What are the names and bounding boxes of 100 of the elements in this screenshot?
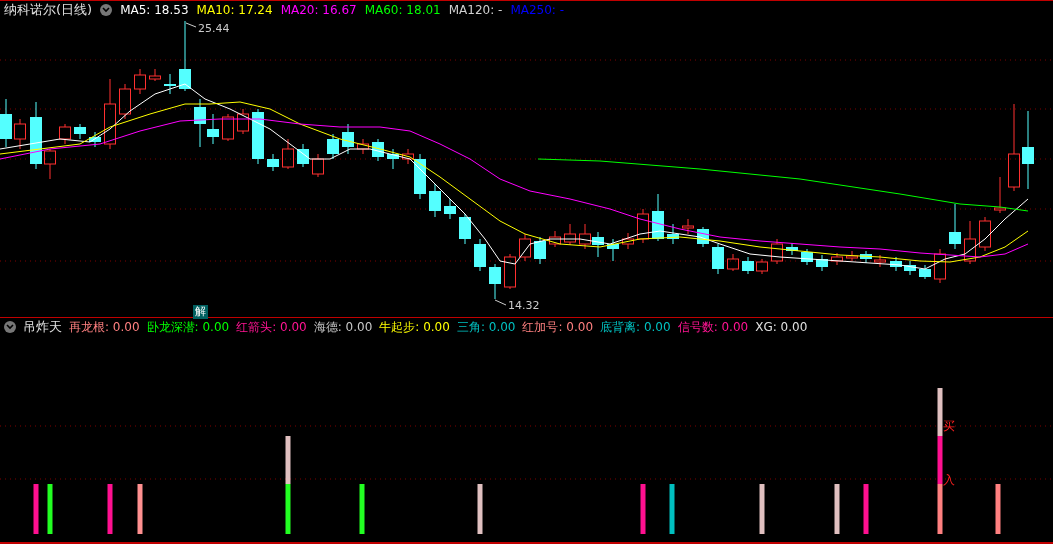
- leader-line: [494, 299, 507, 306]
- candlestick: [919, 264, 931, 280]
- candlestick: [429, 183, 441, 218]
- signal-bar: [33, 484, 39, 534]
- signal-badge: 解: [193, 305, 208, 319]
- candlestick: [742, 256, 754, 275]
- candlestick: [312, 153, 324, 178]
- entry-signal-label: 入: [943, 473, 955, 487]
- candlestick: [74, 123, 86, 140]
- indicator-value: 卧龙深潜: 0.00: [146, 318, 230, 336]
- signal-bar: [640, 484, 646, 534]
- moving-average-value: MA250: -: [510, 3, 565, 17]
- signal-bar: [359, 484, 365, 534]
- candlestick: [164, 73, 176, 95]
- candlestick: [89, 131, 101, 148]
- candlestick: [534, 236, 546, 265]
- candlestick: [119, 83, 131, 120]
- signal-bar: [477, 484, 483, 534]
- candlestick: [267, 153, 279, 172]
- signal-bar: [863, 484, 869, 534]
- high-price-label: 25.44: [198, 22, 230, 35]
- indicator-value: 再龙根: 0.00: [69, 318, 140, 336]
- candlestick: [30, 101, 42, 170]
- indicator-value: 牛起步: 0.00: [379, 318, 450, 336]
- candlestick: [549, 230, 561, 248]
- candlestick: [592, 231, 604, 258]
- indicator-value: 信号数: 0.00: [677, 318, 749, 336]
- signal-bar: [107, 484, 113, 534]
- candlestick: [179, 20, 191, 92]
- candlestick: [459, 213, 471, 245]
- candlestick: [237, 108, 249, 135]
- candlestick: [327, 133, 339, 160]
- candlestick: [104, 78, 116, 150]
- signal-bar: [759, 484, 765, 534]
- candlestick: [771, 238, 783, 265]
- candlestick: [860, 250, 872, 264]
- candlestick: [519, 233, 531, 262]
- candlestick: [934, 248, 946, 284]
- indicator-value: 红箭头: 0.00: [236, 318, 307, 336]
- candlestick: [387, 148, 399, 170]
- candlestick: [357, 138, 369, 155]
- low-price-label: 14.32: [508, 299, 540, 312]
- candlestick: [489, 263, 501, 300]
- moving-average-value: MA10: 17.24: [196, 3, 273, 17]
- indicator-value: 底背离: 0.00: [600, 318, 671, 336]
- chart-title: 纳科诺尔(日线): [4, 1, 93, 19]
- candlestick: [949, 203, 961, 250]
- candlestick: [564, 223, 576, 246]
- candlestick: [134, 68, 146, 95]
- signal-bar: [47, 484, 53, 534]
- candlestick: [637, 208, 649, 244]
- candlestick: [816, 254, 828, 272]
- candlestick: [44, 148, 56, 180]
- candlestick: [786, 242, 798, 256]
- buy-signal-label: 买: [943, 419, 955, 433]
- indicator-value: XG: 0.00: [755, 320, 808, 334]
- candlestick: [59, 123, 71, 145]
- candlestick: [14, 118, 26, 150]
- candlestick: [874, 254, 886, 268]
- candlestick: [727, 253, 739, 272]
- candlestick: [831, 252, 843, 266]
- candlestick: [372, 138, 384, 162]
- candlestick: [964, 220, 976, 265]
- candlestick: [607, 238, 619, 262]
- candlestick: [994, 176, 1006, 214]
- candlestick: [622, 232, 634, 250]
- signal-bar: [669, 484, 675, 534]
- dropdown-icon[interactable]: [4, 321, 16, 333]
- candlestick: [979, 216, 991, 252]
- candlestick: [342, 123, 354, 155]
- candlestick: [444, 198, 456, 220]
- signal-bar: [137, 484, 143, 534]
- signal-bar: [834, 484, 840, 534]
- leader-line: [185, 22, 197, 28]
- candlestick: [904, 260, 916, 276]
- indicator-value: 红加号: 0.00: [522, 318, 594, 336]
- indicator-value: 海德: 0.00: [313, 318, 373, 336]
- candlestick: [297, 143, 309, 168]
- candlestick: [652, 193, 664, 242]
- candlestick: [149, 68, 161, 82]
- candlestick: [282, 138, 294, 170]
- candlestick: [890, 256, 902, 272]
- candlestick: [579, 223, 591, 250]
- dropdown-icon[interactable]: [100, 4, 113, 16]
- candlestick: [504, 253, 516, 290]
- candlestick: [667, 223, 679, 245]
- candlestick: [801, 248, 813, 266]
- candlestick: [222, 113, 234, 142]
- candlestick: [474, 238, 486, 272]
- indicator-value: 三角: 0.00: [456, 318, 516, 336]
- moving-average-value: MA120: -: [448, 3, 503, 17]
- candlestick: [682, 218, 694, 235]
- candlestick: [252, 108, 264, 165]
- candlestick: [0, 98, 12, 148]
- moving-average-value: MA20: 16.67: [280, 3, 357, 17]
- moving-average-value: MA5: 18.53: [120, 3, 189, 17]
- signal-bar: [995, 484, 1001, 534]
- moving-average-value: MA60: 18.01: [364, 3, 441, 17]
- candlestick: [712, 243, 724, 275]
- indicator-title: 吊炸天: [23, 318, 62, 336]
